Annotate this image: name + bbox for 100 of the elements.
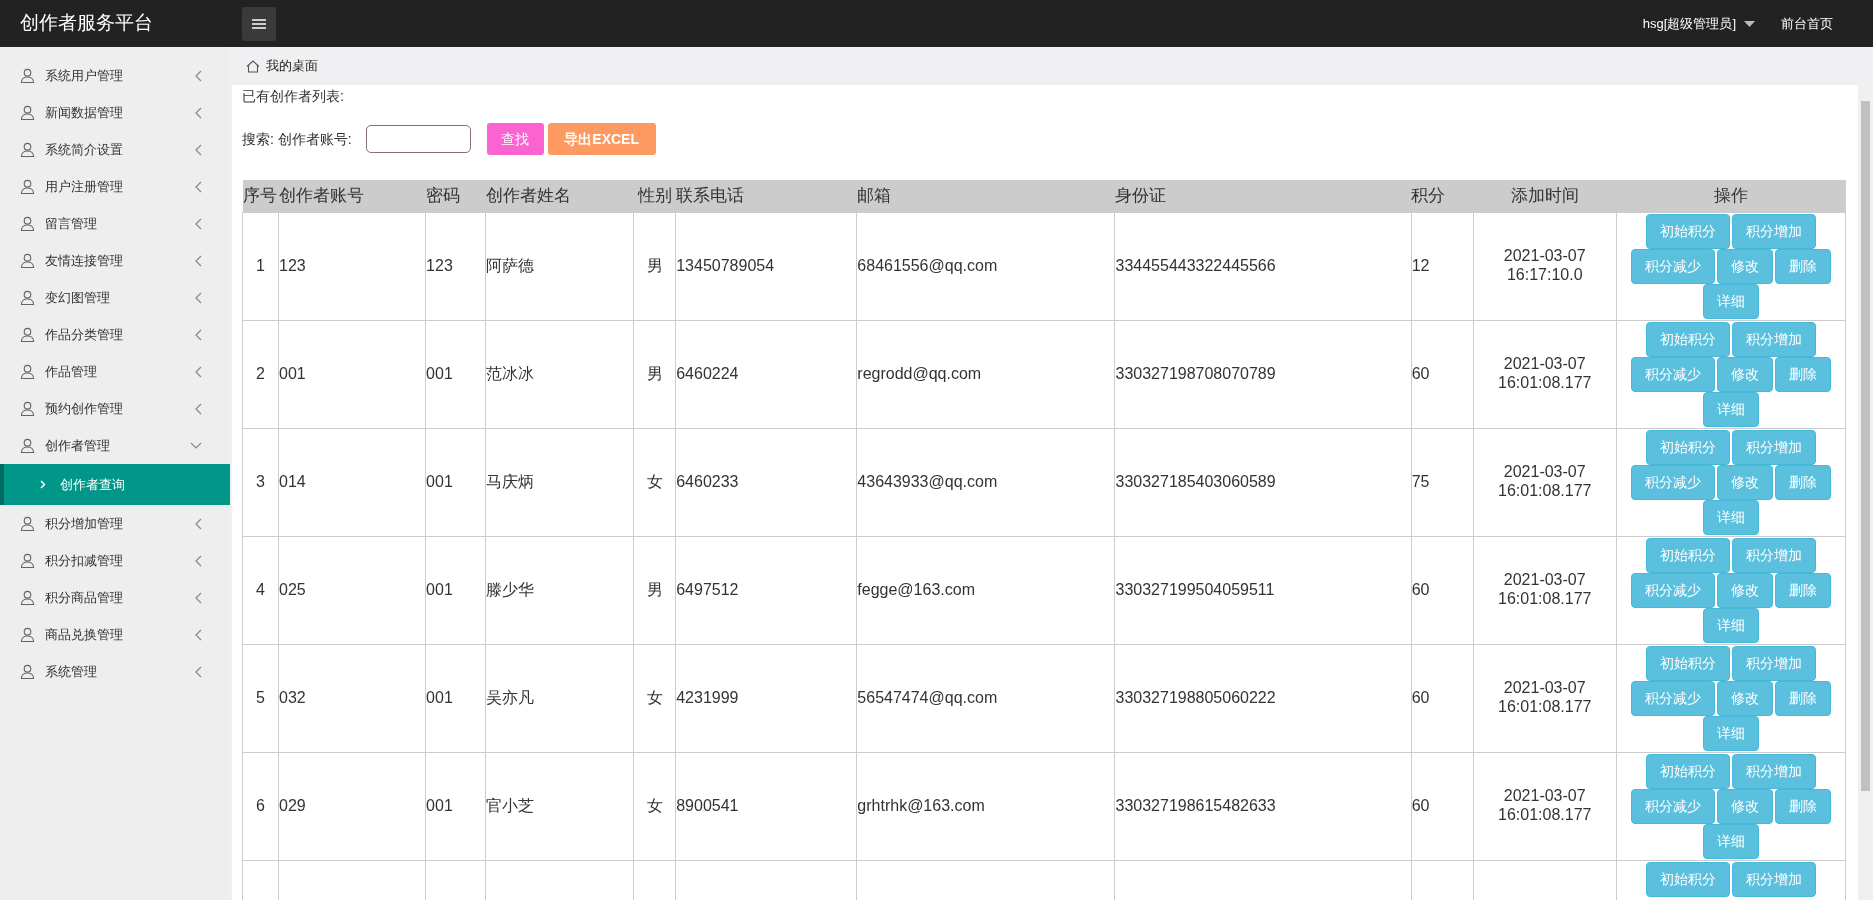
sidebar-item[interactable]: 积分扣减管理 [0, 542, 230, 579]
menu-button[interactable] [242, 6, 276, 41]
sidebar-item[interactable]: 留言管理 [0, 205, 230, 242]
action-button[interactable]: 积分增加 [1731, 753, 1816, 789]
table-cell: 男 [646, 581, 663, 598]
action-button[interactable]: 初始积分 [1645, 645, 1730, 681]
action-button[interactable]: 修改 [1716, 680, 1773, 716]
action-button[interactable]: 积分减少 [1630, 464, 1715, 500]
sidebar-item[interactable]: 预约创作管理 [0, 390, 230, 427]
action-button[interactable]: 详细 [1702, 499, 1759, 535]
table-cell: 男 [646, 257, 663, 274]
user-icon [20, 364, 35, 379]
table-cell-text: 2021-03-07 16:01:08.177 [1497, 677, 1593, 716]
table-cell: 女 [646, 797, 663, 814]
table-cell: 029 [279, 797, 306, 814]
sidebar-item[interactable]: 商品兑换管理 [0, 616, 230, 653]
search-field[interactable] [365, 125, 471, 153]
action-button[interactable]: 积分增加 [1731, 537, 1816, 573]
chevron-left-icon [194, 665, 202, 678]
home-icon [246, 59, 260, 73]
action-button[interactable]: 详细 [1702, 715, 1759, 751]
action-button[interactable]: 积分增加 [1731, 213, 1816, 249]
chevron-left-icon [194, 628, 202, 641]
action-button[interactable]: 修改 [1716, 248, 1773, 284]
table-cell: 8900541 [676, 797, 739, 814]
table-cell: 032 [279, 689, 306, 706]
table-cell: 2 [256, 365, 265, 382]
sidebar-item[interactable]: 作品管理 [0, 353, 230, 390]
action-button[interactable]: 积分增加 [1731, 861, 1816, 897]
action-button[interactable]: 初始积分 [1645, 537, 1730, 573]
sidebar-subitem[interactable]: 创作者查询 [0, 464, 230, 505]
sidebar-item[interactable]: 系统简介设置 [0, 131, 230, 168]
table-cell: 6497512 [676, 581, 739, 598]
table-cell: 阿萨德 [486, 257, 535, 274]
column-header: 积分 [1411, 180, 1474, 212]
sidebar-item[interactable]: 作品分类管理 [0, 316, 230, 353]
find-button[interactable]: 查找 [486, 123, 544, 155]
action-button[interactable]: 初始积分 [1645, 429, 1730, 465]
action-button[interactable]: 详细 [1702, 607, 1759, 643]
chevron-right-icon [40, 480, 46, 489]
action-button[interactable]: 删除 [1774, 356, 1831, 392]
table-cell: 014 [279, 473, 306, 490]
table-cell: 5 [256, 689, 265, 706]
table-cell: 1 [256, 257, 265, 274]
table-cell-text: 2021-03-07 16:17:10.0 [1502, 245, 1587, 284]
action-button[interactable]: 删除 [1774, 680, 1831, 716]
user-icon [20, 438, 35, 453]
action-button[interactable]: 积分增加 [1731, 645, 1816, 681]
action-button[interactable]: 删除 [1774, 788, 1831, 824]
action-button[interactable]: 积分减少 [1630, 680, 1715, 716]
action-button[interactable]: 删除 [1774, 464, 1831, 500]
action-button[interactable]: 删除 [1774, 248, 1831, 284]
table-cell: 官小芝 [486, 797, 535, 814]
sidebar-item[interactable]: 新闻数据管理 [0, 94, 230, 131]
table-cell: 女 [646, 689, 663, 706]
user-icon [20, 327, 35, 342]
table-cell: 001 [426, 797, 453, 814]
action-button[interactable]: 修改 [1716, 356, 1773, 392]
table-cell: 3 [256, 473, 265, 490]
export-button[interactable]: 导出EXCEL [547, 123, 656, 155]
user-menu[interactable]: hsg[超级管理员] [1642, 13, 1755, 34]
action-button[interactable]: 积分减少 [1630, 572, 1715, 608]
action-button[interactable]: 初始积分 [1645, 753, 1730, 789]
action-button[interactable]: 初始积分 [1645, 861, 1730, 897]
action-button[interactable]: 初始积分 [1645, 213, 1730, 249]
chevron-left-icon [194, 402, 202, 415]
action-button[interactable]: 修改 [1716, 788, 1773, 824]
action-button[interactable]: 详细 [1702, 283, 1759, 319]
table-cell: 330327199504059511 [1115, 581, 1275, 598]
action-button[interactable]: 删除 [1774, 572, 1831, 608]
user-icon [20, 553, 35, 568]
chevron-left-icon [194, 554, 202, 567]
table-cell: 马庆炳 [486, 473, 535, 490]
sidebar-item[interactable]: 创作者管理 [0, 427, 230, 464]
menu-icon [252, 18, 266, 29]
action-button[interactable]: 积分增加 [1731, 321, 1816, 357]
sidebar-item[interactable]: 变幻图管理 [0, 279, 230, 316]
sidebar-item[interactable]: 积分增加管理 [0, 505, 230, 542]
table-cell: 330327185403060589 [1115, 473, 1276, 490]
action-button[interactable]: 积分减少 [1630, 788, 1715, 824]
sidebar-item[interactable]: 系统管理 [0, 653, 230, 690]
action-button[interactable]: 积分减少 [1630, 356, 1715, 392]
sidebar-item[interactable]: 积分商品管理 [0, 579, 230, 616]
action-button[interactable]: 初始积分 [1645, 321, 1730, 357]
action-button[interactable]: 积分增加 [1731, 429, 1816, 465]
action-button[interactable]: 修改 [1716, 464, 1773, 500]
action-button[interactable]: 详细 [1702, 391, 1759, 427]
chevron-left-icon [194, 180, 202, 193]
table-cell: 56547474@qq.com [857, 689, 998, 706]
sidebar-item[interactable]: 用户注册管理 [0, 168, 230, 205]
home-link[interactable]: 前台首页 [1781, 13, 1833, 34]
search-label: 搜索: 创作者账号: [242, 129, 352, 149]
action-button[interactable]: 修改 [1716, 572, 1773, 608]
sidebar-item[interactable]: 系统用户管理 [0, 57, 230, 94]
user-icon [20, 179, 35, 194]
table-cell: 123 [279, 257, 306, 274]
sidebar-item[interactable]: 友情连接管理 [0, 242, 230, 279]
breadcrumb[interactable]: 我的桌面 [266, 56, 318, 76]
action-button[interactable]: 积分减少 [1630, 248, 1715, 284]
action-button[interactable]: 详细 [1702, 823, 1759, 859]
